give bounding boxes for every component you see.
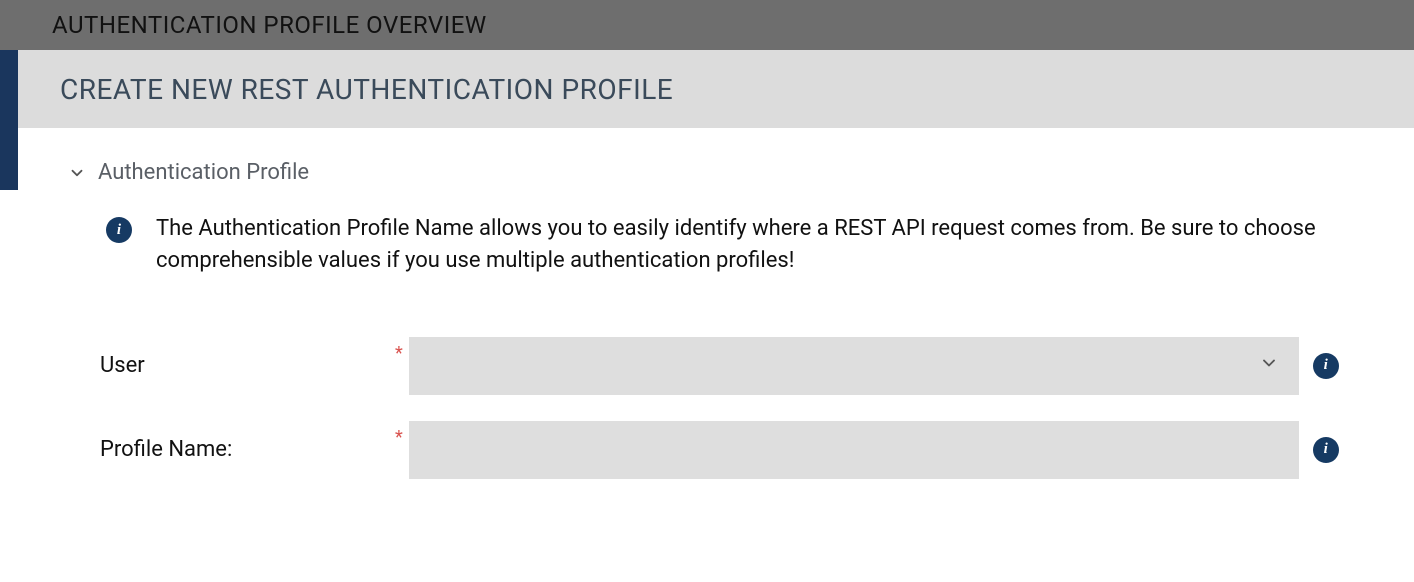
required-marker: * (395, 343, 403, 364)
info-callout: i The Authentication Profile Name allows… (68, 213, 1372, 277)
chevron-down-icon (1259, 353, 1279, 378)
subheader: CREATE NEW REST AUTHENTICATION PROFILE (18, 50, 1414, 128)
info-text: The Authentication Profile Name allows y… (156, 213, 1372, 277)
section-title: Authentication Profile (98, 160, 309, 185)
user-label: User (100, 353, 395, 378)
info-icon: i (106, 217, 132, 243)
page-title: CREATE NEW REST AUTHENTICATION PROFILE (60, 73, 673, 106)
section-header[interactable]: Authentication Profile (68, 160, 1372, 185)
help-icon-profile-name[interactable]: i (1313, 437, 1339, 463)
form-row-user: User * i (68, 337, 1372, 395)
profile-name-label: Profile Name: (100, 437, 395, 462)
content-area: Authentication Profile i The Authenticat… (18, 128, 1414, 525)
required-marker: * (395, 427, 403, 448)
help-icon-user[interactable]: i (1313, 353, 1339, 379)
form-row-profile-name: Profile Name: * i (68, 421, 1372, 479)
profile-name-input[interactable] (409, 421, 1299, 479)
chevron-down-icon (68, 164, 86, 182)
user-select[interactable] (409, 337, 1299, 395)
top-bar: AUTHENTICATION PROFILE OVERVIEW (0, 0, 1414, 50)
page-breadcrumb-title: AUTHENTICATION PROFILE OVERVIEW (52, 11, 487, 39)
